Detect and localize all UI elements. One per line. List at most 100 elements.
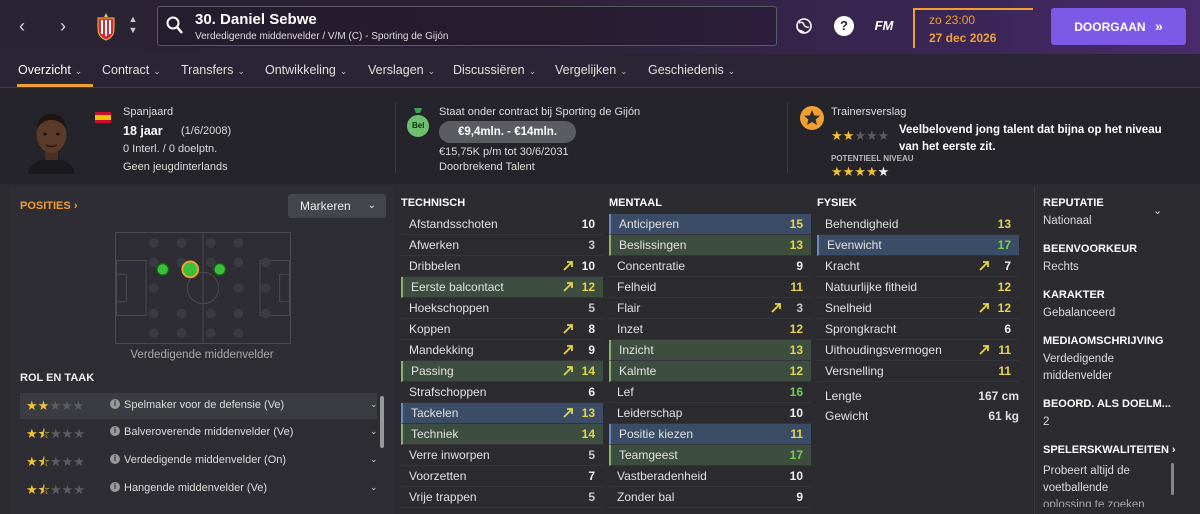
club-crest-icon[interactable]	[95, 11, 117, 41]
tab-development[interactable]: Ontwikkeling ⌄	[265, 63, 347, 77]
tab-compare[interactable]: Vergelijken ⌄	[555, 63, 628, 77]
info-icon[interactable]: i	[110, 426, 120, 436]
transfer-value[interactable]: €9,4mln. - €14mln.	[439, 121, 576, 143]
chevron-down-icon[interactable]: ⌄	[370, 454, 378, 465]
player-avatar[interactable]	[24, 108, 79, 174]
attribute-row[interactable]: Behendigheid 13	[817, 214, 1019, 235]
attribute-row[interactable]: Versnelling 11	[817, 361, 1019, 382]
tab-label: Vergelijken	[555, 63, 617, 77]
position-name: Verdedigende middenvelder	[130, 349, 274, 361]
roles-scrollbar[interactable]	[380, 396, 384, 448]
role-row[interactable]: ★★★★★ i Spelmaker voor de defensie (Ve) …	[20, 393, 378, 419]
attribute-row[interactable]: Passing 14	[401, 361, 603, 382]
player-header-box[interactable]: 30. Daniel Sebwe Verdedigende middenveld…	[157, 6, 777, 46]
media-value-line2: middenvelder	[1043, 370, 1113, 382]
attribute-value: 13	[997, 217, 1011, 231]
tab-transfers[interactable]: Transfers ⌄	[181, 63, 245, 77]
attribute-value: 11	[790, 280, 803, 294]
attribute-row[interactable]: Vrije trappen 5	[401, 487, 603, 508]
date-display[interactable]: zo 23:00 27 dec 2026	[913, 8, 1033, 48]
chevron-down-icon[interactable]: ⌄	[370, 426, 378, 437]
attribute-row[interactable]: Lef 16	[609, 382, 811, 403]
attribute-name: Leiderschap	[617, 406, 683, 420]
attribute-row[interactable]: Koppen 8	[401, 319, 603, 340]
attribute-row[interactable]: Strafschoppen 6	[401, 382, 603, 403]
continue-button[interactable]: DOORGAAN »	[1051, 8, 1186, 45]
chevron-down-icon[interactable]: ⌄	[370, 399, 378, 410]
age: 18 jaar	[123, 124, 163, 138]
attribute-row[interactable]: Anticiperen 15	[609, 214, 811, 235]
tab-discuss[interactable]: Discussiëren ⌄	[453, 63, 536, 77]
attribute-row[interactable]: Verre inworpen 5	[401, 445, 603, 466]
chevron-down-icon[interactable]: ⌄	[370, 482, 378, 493]
attribute-row[interactable]: Kalmte 12	[609, 361, 811, 382]
attribute-row[interactable]: Kracht 7	[817, 256, 1019, 277]
globe-icon[interactable]	[794, 16, 814, 36]
player-switch-icon[interactable]: ▲ ▼	[127, 14, 139, 36]
attribute-row[interactable]: Natuurlijke fitheid 12	[817, 277, 1019, 298]
attribute-name: Felheid	[617, 280, 657, 294]
tab-overview[interactable]: Overzicht ⌄	[18, 63, 82, 77]
attribute-row[interactable]: Hoekschoppen 5	[401, 298, 603, 319]
attribute-row[interactable]: Inzicht 13	[609, 340, 811, 361]
info-icon[interactable]: i	[110, 399, 120, 409]
tab-label: Discussiëren	[453, 63, 525, 77]
attribute-row[interactable]: Flair 3	[609, 298, 811, 319]
attribute-name: Strafschoppen	[409, 385, 487, 399]
info-icon[interactable]: i	[110, 482, 120, 492]
attribute-row[interactable]: Zonder bal 9	[609, 487, 811, 508]
chevron-down-icon[interactable]: ⌄	[1153, 204, 1162, 217]
traits-scrollbar[interactable]	[1171, 463, 1174, 495]
positions-title[interactable]: POSITIES ›	[20, 200, 77, 212]
attribute-row[interactable]: Inzet 12	[609, 319, 811, 340]
attribute-value: 13	[789, 343, 803, 357]
tab-contract[interactable]: Contract ⌄	[102, 63, 161, 77]
attribute-value: 13	[581, 406, 595, 420]
tab-history[interactable]: Geschiedenis ⌄	[648, 63, 735, 77]
player-label: Doorbrekend Talent	[439, 161, 535, 173]
attribute-name: Kalmte	[619, 364, 657, 378]
technical-title: TECHNISCH	[401, 197, 466, 209]
training-focus-arrow-icon	[563, 324, 573, 334]
attribute-row[interactable]: Snelheid 12	[817, 298, 1019, 319]
attribute-row[interactable]: Concentratie 9	[609, 256, 811, 277]
role-row[interactable]: ★⯪★★★ i Verdedigende middenvelder (On) ⌄	[20, 448, 378, 474]
attribute-row[interactable]: Mandekking 9	[401, 340, 603, 361]
date-time: zo 23:00	[929, 13, 976, 27]
fm-menu-icon[interactable]: FM	[871, 16, 897, 36]
attribute-row[interactable]: Evenwicht 17	[817, 235, 1019, 256]
attribute-row[interactable]: Felheid 11	[609, 277, 811, 298]
attribute-row[interactable]: Beslissingen 13	[609, 235, 811, 256]
back-arrow-icon[interactable]: ‹	[11, 14, 33, 38]
role-row[interactable]: ★⯪★★★ i Hangende middenvelder (Ve) ⌄	[20, 476, 378, 502]
role-row[interactable]: ★⯪★★★ i Balveroverende middenvelder (Ve)…	[20, 420, 378, 446]
top-bar: ‹ › ▲ ▼ 30. Daniel Sebwe Verdedigende mid…	[0, 0, 1200, 54]
attribute-row[interactable]: Tackelen 13	[401, 403, 603, 424]
attribute-value: 9	[796, 259, 803, 273]
attribute-name: Tackelen	[411, 406, 459, 420]
attribute-row[interactable]: Sprongkracht 6	[817, 319, 1019, 340]
attribute-value: 17	[789, 448, 803, 462]
attribute-row[interactable]: Techniek 14	[401, 424, 603, 445]
traits-title[interactable]: SPELERSKWALITEITEN ›	[1043, 444, 1176, 456]
forward-arrow-icon[interactable]: ›	[52, 14, 74, 38]
coach-report-text: Veelbelovend jong talent dat bijna op he…	[899, 124, 1162, 153]
attribute-row[interactable]: Vastberadenheid 10	[609, 466, 811, 487]
role-name: Verdedigende middenvelder (On)	[124, 454, 287, 466]
attribute-row[interactable]: Teamgeest 17	[609, 445, 811, 466]
attribute-row[interactable]: Positie kiezen 11	[609, 424, 811, 445]
attribute-row[interactable]: Dribbelen 10	[401, 256, 603, 277]
info-icon[interactable]: i	[110, 454, 120, 464]
tab-reports[interactable]: Verslagen ⌄	[368, 63, 435, 77]
attribute-row[interactable]: Leiderschap 10	[609, 403, 811, 424]
attribute-row[interactable]: Eerste balcontact 12	[401, 277, 603, 298]
attribute-row[interactable]: Uithoudingsvermogen 11	[817, 340, 1019, 361]
attribute-row[interactable]: Afwerken 3	[401, 235, 603, 256]
help-icon[interactable]: ?	[834, 16, 854, 36]
attribute-row[interactable]: Voorzetten 7	[401, 466, 603, 487]
attribute-name: Snelheid	[825, 301, 872, 315]
mark-button[interactable]: Markeren ⌄	[288, 194, 386, 218]
attribute-name: Behendigheid	[825, 217, 899, 231]
attribute-row[interactable]: Afstandsschoten 10	[401, 214, 603, 235]
bag-label: Bel	[412, 121, 425, 130]
